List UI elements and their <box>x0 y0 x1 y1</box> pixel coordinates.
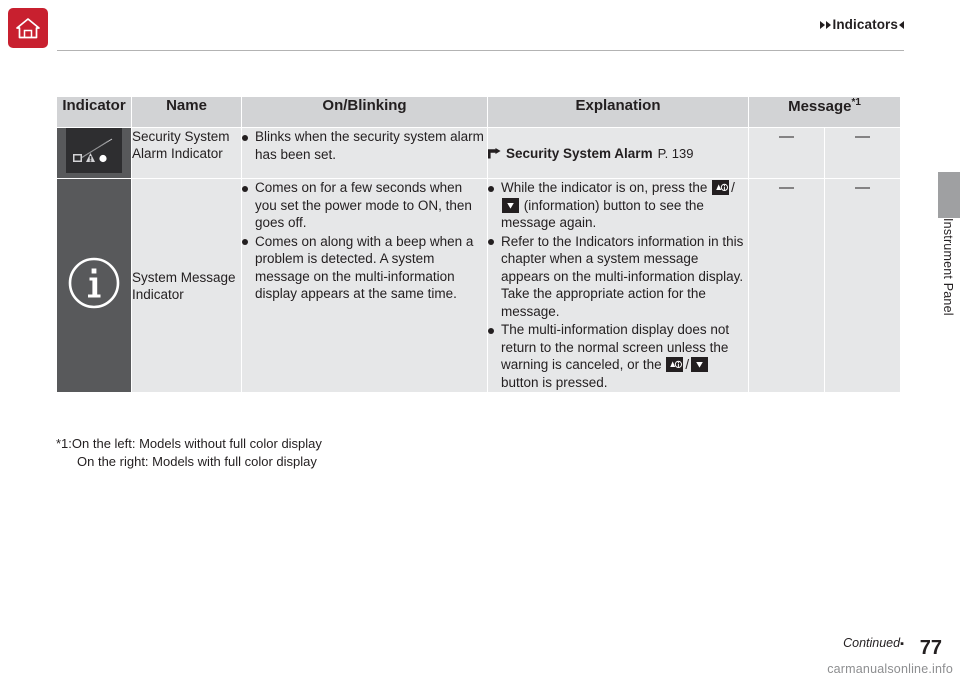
indicator-name: Security System Alarm Indicator <box>131 127 242 179</box>
message-left-value: — <box>748 178 825 393</box>
page-number: 77 <box>919 637 942 659</box>
security-alarm-indicator-cell <box>56 127 132 179</box>
breadcrumb: Indicators <box>820 17 904 32</box>
reference-page: P. 139 <box>657 146 694 162</box>
watermark: carmanualsonline.info <box>827 662 953 676</box>
reference-arrow-icon <box>488 147 501 161</box>
on-blinking-description: Blinks when the security system alarm ha… <box>241 127 488 179</box>
header-divider <box>57 50 904 51</box>
column-header-explanation: Explanation <box>487 96 749 128</box>
list-item: Comes on for a few seconds when you set … <box>242 179 487 232</box>
list-item: While the indicator is on, press the / (… <box>488 179 748 232</box>
home-icon <box>15 16 41 40</box>
system-message-indicator-cell <box>56 178 132 393</box>
section-tab-marker <box>938 172 960 218</box>
table-row: Security System Alarm Indicator Blinks w… <box>56 127 902 179</box>
footnote-line-2: On the right: Models with full color dis… <box>77 454 317 469</box>
chevron-right-icon <box>820 20 826 29</box>
info-down-button-icon <box>691 357 709 372</box>
explanation-cell: While the indicator is on, press the / (… <box>487 178 749 393</box>
cross-reference[interactable]: Security System Alarm P. 139 <box>488 143 748 163</box>
column-header-on-blinking: On/Blinking <box>241 96 488 128</box>
list-item: Refer to the Indicators information in t… <box>488 233 748 321</box>
column-header-name: Name <box>131 96 242 128</box>
message-right-value: — <box>823 127 902 179</box>
section-tab-label: Instrument Panel <box>941 218 955 316</box>
table-row: System Message Indicator Comes on for a … <box>56 178 902 393</box>
indicators-table: Indicator Name On/Blinking Explanation M… <box>56 96 902 393</box>
footnote: *1:On the left: Models without full colo… <box>56 435 322 471</box>
indicator-name: System Message Indicator <box>131 178 242 393</box>
table-header-row: Indicator Name On/Blinking Explanation M… <box>56 96 902 128</box>
info-up-button-icon <box>666 357 684 372</box>
info-down-button-icon <box>502 197 519 213</box>
chevron-left-icon <box>899 20 904 29</box>
info-up-button-icon <box>712 180 730 195</box>
footnote-line-1: *1:On the left: Models without full colo… <box>56 436 322 451</box>
list-item: Comes on along with a beep when a proble… <box>242 233 487 303</box>
message-right-value: — <box>823 178 902 393</box>
on-blinking-description: Comes on for a few seconds when you set … <box>241 178 488 393</box>
system-message-indicator-icon <box>67 257 121 314</box>
message-left-value: — <box>748 127 825 179</box>
explanation-cell: Security System Alarm P. 139 <box>487 127 749 179</box>
home-button[interactable] <box>8 8 48 48</box>
security-system-alarm-icon <box>66 128 122 173</box>
breadcrumb-label: Indicators <box>832 17 898 32</box>
continued-text: Continued <box>843 636 901 650</box>
reference-title: Security System Alarm <box>506 146 653 162</box>
list-item: Blinks when the security system alarm ha… <box>242 128 487 163</box>
column-header-indicator: Indicator <box>56 96 132 128</box>
page-header: Indicators <box>0 0 960 57</box>
list-item: The multi-information display does not r… <box>488 321 748 391</box>
column-header-message: Message*1 <box>747 96 902 128</box>
continued-label: Continued▪ <box>843 636 904 650</box>
chevron-right-icon <box>826 20 832 29</box>
